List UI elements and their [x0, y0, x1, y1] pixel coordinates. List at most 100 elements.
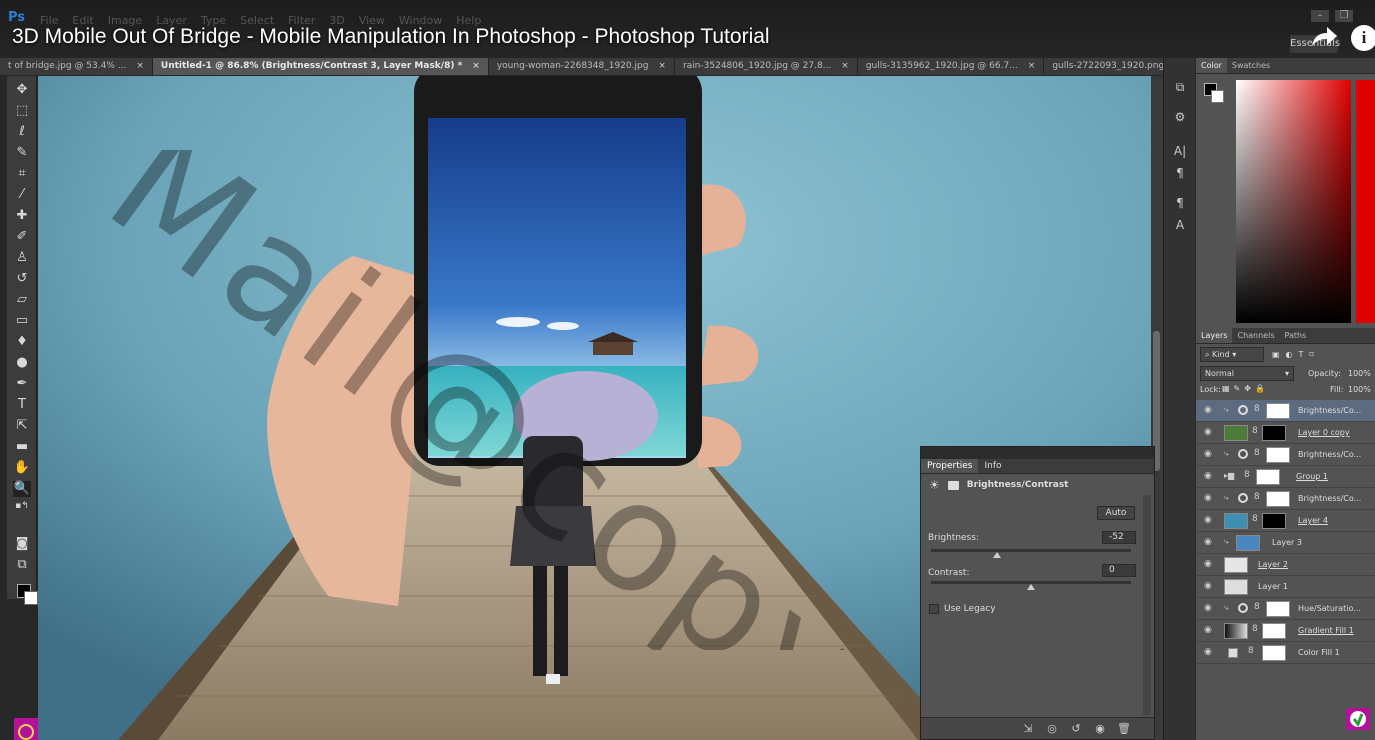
dodge-tool-icon[interactable]: ● [13, 355, 31, 371]
layer-row[interactable]: ◉ ⤷ 8 Brightness/Co... [1196, 488, 1375, 510]
layer-row[interactable]: ◉ 8 Color Fill 1 [1196, 642, 1375, 664]
visibility-icon[interactable]: ◉ [1093, 722, 1107, 735]
hue-slider[interactable] [1356, 80, 1375, 323]
eye-icon[interactable]: ◉ [1204, 515, 1214, 525]
gradient-tool-icon[interactable]: ▭ [13, 313, 31, 329]
layer-mask-thumbnail[interactable] [1266, 447, 1290, 463]
tab-doc-young-woman[interactable]: young-woman-2268348_1920.jpg × [489, 58, 675, 75]
chain-icon[interactable]: 8 [1254, 492, 1260, 502]
eye-icon[interactable]: ◉ [1204, 405, 1214, 415]
layer-row[interactable]: ◉ ⤷ 8 Brightness/Co... [1196, 444, 1375, 466]
tab-doc-gulls-1[interactable]: gulls-3135962_1920.jpg @ 66.7... × [858, 58, 1045, 75]
restore-icon[interactable]: ❐ [1335, 10, 1353, 22]
character-icon[interactable]: A| [1171, 144, 1189, 160]
screen-mode-icon[interactable]: ⧉ [13, 557, 31, 573]
layer-row[interactable]: ◉ 8 Layer 0 copy [1196, 422, 1375, 444]
color-picker-field[interactable] [1236, 80, 1351, 323]
folder-icon[interactable]: ▸▆ [1224, 471, 1234, 480]
layer-row[interactable]: ◉ ⤷ 8 Brightness/Co... [1196, 400, 1375, 422]
layer-mask-thumbnail[interactable] [1262, 513, 1286, 529]
eye-icon[interactable]: ◉ [1204, 559, 1214, 569]
tab-properties[interactable]: Properties [921, 459, 979, 473]
paragraph-styles-icon[interactable]: ¶ [1171, 196, 1189, 212]
chain-icon[interactable]: 8 [1252, 624, 1258, 634]
eye-icon[interactable]: ◉ [1204, 537, 1214, 547]
close-icon[interactable]: × [472, 61, 480, 75]
eye-icon[interactable]: ◉ [1204, 471, 1214, 481]
layer-thumbnail[interactable] [1236, 535, 1260, 551]
eye-icon[interactable]: ◉ [1204, 581, 1214, 591]
eye-icon[interactable]: ◉ [1204, 625, 1214, 635]
eraser-tool-icon[interactable]: ▱ [13, 292, 31, 308]
layer-row[interactable]: ◉ ▸▆ 8 Group 1 [1196, 466, 1375, 488]
layer-mask-thumbnail[interactable] [1266, 491, 1290, 507]
panel-scrollbar[interactable] [1143, 495, 1151, 715]
eye-icon[interactable]: ◉ [1204, 427, 1214, 437]
eye-icon[interactable]: ◉ [1204, 647, 1214, 657]
trash-icon[interactable]: 🗑 [1117, 722, 1131, 735]
chain-icon[interactable]: 8 [1254, 602, 1260, 612]
layer-mask-thumbnail[interactable] [1266, 403, 1290, 419]
eye-icon[interactable]: ◉ [1204, 449, 1214, 459]
contrast-field[interactable]: 0 [1102, 564, 1136, 577]
layer-row[interactable]: ◉ 8 Gradient Fill 1 [1196, 620, 1375, 642]
lasso-tool-icon[interactable]: ℓ [13, 124, 31, 140]
hand-tool-icon[interactable]: ✋ [13, 460, 31, 476]
tab-color[interactable]: Color [1196, 58, 1227, 73]
healing-tool-icon[interactable]: ✚ [13, 208, 31, 224]
type-tool-icon[interactable]: T [13, 397, 31, 413]
layer-row[interactable]: ◉ ⤷ 8 Hue/Saturatio... [1196, 598, 1375, 620]
tab-layers[interactable]: Layers [1196, 328, 1233, 343]
close-icon[interactable]: × [136, 61, 144, 75]
close-icon[interactable]: × [658, 61, 666, 75]
brightness-field[interactable]: -52 [1102, 531, 1136, 544]
clip-to-layer-icon[interactable]: ⇲ [1021, 722, 1035, 735]
eyedropper-tool-icon[interactable]: ⁄ [13, 187, 31, 203]
brush-presets-icon[interactable]: ⚙ [1171, 110, 1189, 126]
color-swatches[interactable] [17, 584, 39, 606]
gradient-thumbnail[interactable] [1224, 623, 1248, 639]
use-legacy-checkbox[interactable] [929, 604, 939, 614]
layer-mask-thumbnail[interactable] [1262, 645, 1286, 661]
zoom-tool-icon[interactable]: 🔍 [13, 481, 31, 497]
fill-field[interactable]: 100% [1348, 385, 1371, 401]
chain-icon[interactable]: 8 [1252, 514, 1258, 524]
kind-filter[interactable]: ⌕ Kind ▾ [1200, 347, 1264, 362]
info-icon[interactable]: i [1351, 25, 1375, 51]
contrast-slider[interactable] [931, 581, 1131, 590]
layer-mask-thumbnail[interactable] [1262, 425, 1286, 441]
minimize-icon[interactable]: – [1311, 10, 1329, 22]
layer-row[interactable]: ◉ ⤷ Layer 3 [1196, 532, 1375, 554]
chain-icon[interactable]: 8 [1254, 448, 1260, 458]
tab-info[interactable]: Info [978, 459, 1007, 473]
layer-mask-thumbnail[interactable] [1262, 623, 1286, 639]
chain-icon[interactable]: 8 [1254, 404, 1260, 414]
close-icon[interactable]: × [841, 61, 849, 75]
mask-icon[interactable] [947, 480, 959, 490]
layer-thumbnail[interactable] [1224, 557, 1248, 573]
path-select-tool-icon[interactable]: ⇱ [13, 418, 31, 434]
chain-icon[interactable]: 8 [1244, 470, 1250, 480]
tab-doc-rain[interactable]: rain-3524806_1920.jpg @ 27.8... × [675, 58, 858, 75]
stamp-tool-icon[interactable]: ♙ [13, 250, 31, 266]
chain-icon[interactable]: 8 [1252, 426, 1258, 436]
default-colors-icon[interactable]: ▪↰ [13, 498, 31, 514]
blend-mode-select[interactable]: Normal ▾ [1200, 366, 1294, 381]
chain-icon[interactable]: 8 [1248, 646, 1254, 656]
reset-icon[interactable]: ↺ [1069, 722, 1083, 735]
brush-tool-icon[interactable]: ✐ [13, 229, 31, 245]
layer-mask-thumbnail[interactable] [1266, 601, 1290, 617]
blur-tool-icon[interactable]: ♦ [13, 334, 31, 350]
share-icon[interactable] [1310, 24, 1338, 48]
move-tool-icon[interactable]: ✥ [13, 82, 31, 98]
lock-icons[interactable]: ▦✎✥🔒 [1222, 384, 1269, 400]
paragraph-icon[interactable]: ¶ [1171, 166, 1189, 182]
eye-icon[interactable]: ◉ [1204, 603, 1214, 613]
panel-header[interactable] [921, 447, 1154, 459]
background-color[interactable] [24, 591, 38, 605]
tab-channels[interactable]: Channels [1232, 328, 1279, 343]
brightness-slider[interactable] [931, 549, 1131, 558]
quick-mask-icon[interactable]: ◙ [13, 536, 31, 552]
opacity-field[interactable]: 100% [1348, 369, 1371, 385]
tab-doc-untitled[interactable]: Untitled-1 @ 86.8% (Brightness/Contrast … [152, 58, 489, 75]
